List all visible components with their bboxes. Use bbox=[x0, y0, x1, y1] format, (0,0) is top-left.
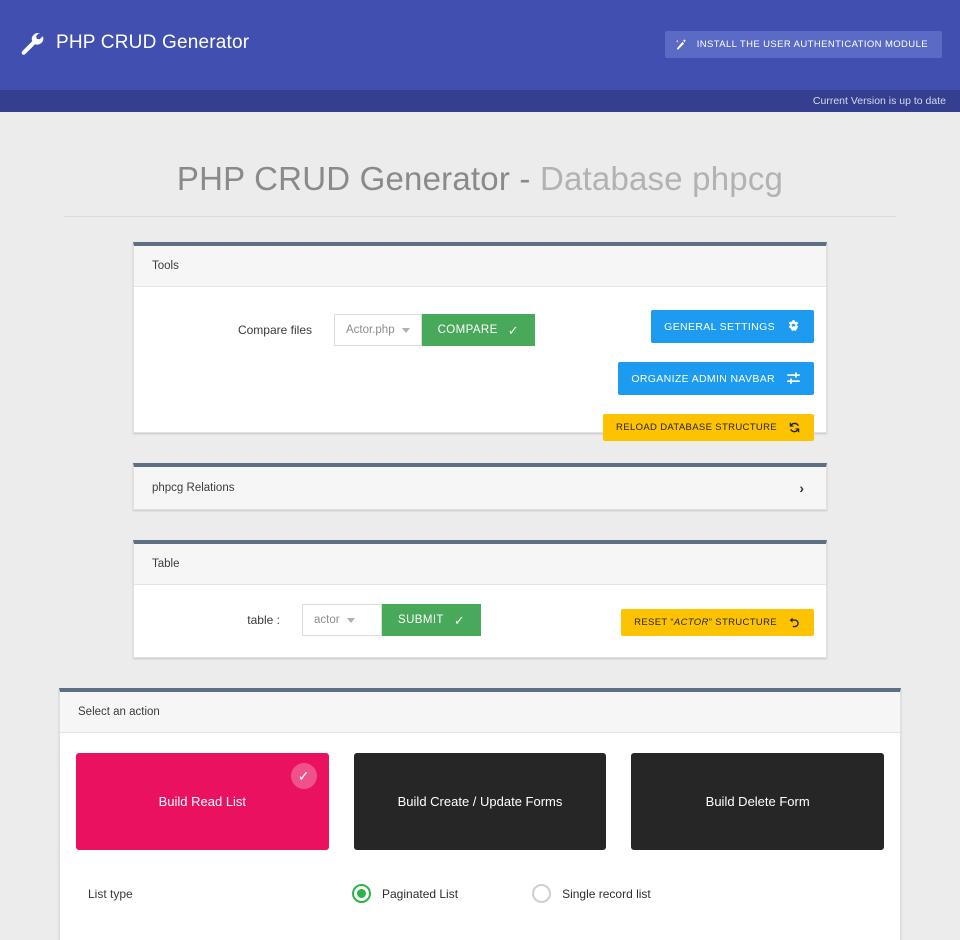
table-panel-title: Table bbox=[152, 558, 180, 570]
chevron-down-icon bbox=[401, 327, 410, 333]
radio-paginated-list-label: Paginated List bbox=[382, 886, 459, 901]
version-status-text: Current Version is up to date bbox=[812, 95, 946, 107]
page-title-database: Database phpcg bbox=[539, 160, 784, 197]
select-action-panel-body: Build Read List ✓ Build Create / Update … bbox=[60, 733, 900, 940]
reset-table-structure-label: RESET “ACTOR” STRUCTURE bbox=[634, 617, 777, 628]
table-name-select-value: actor bbox=[314, 614, 340, 626]
undo-icon bbox=[789, 617, 799, 628]
build-delete-form-label: Build Delete Form bbox=[705, 794, 810, 809]
table-select-label: table : bbox=[247, 613, 280, 627]
check-icon: ✓ bbox=[453, 612, 466, 628]
action-cards: Build Read List ✓ Build Create / Update … bbox=[76, 753, 885, 850]
install-auth-module-button[interactable]: INSTALL THE USER AUTHENTICATION MODULE bbox=[664, 31, 942, 58]
page-title-main: PHP CRUD Generator - bbox=[176, 160, 540, 197]
build-read-list-card[interactable]: Build Read List ✓ bbox=[76, 753, 329, 850]
brand[interactable]: PHP CRUD Generator bbox=[18, 28, 249, 58]
top-navbar: PHP CRUD Generator INSTALL THE USER AUTH… bbox=[0, 0, 960, 90]
table-input-group: actor SUBMIT ✓ bbox=[302, 604, 482, 636]
select-action-panel: Select an action Build Read List ✓ Build… bbox=[59, 688, 901, 940]
reset-structure-wrap: RESET “ACTOR” STRUCTURE bbox=[621, 609, 814, 636]
build-create-update-forms-label: Build Create / Update Forms bbox=[397, 794, 563, 809]
reload-database-structure-label: RELOAD DATABASE STRUCTURE bbox=[616, 422, 777, 433]
compare-button-label: COMPARE bbox=[437, 324, 498, 336]
compare-button[interactable]: COMPARE ✓ bbox=[421, 314, 535, 346]
radio-paginated-list-indicator[interactable] bbox=[352, 884, 371, 903]
organize-admin-navbar-label: ORGANIZE ADMIN NAVBAR bbox=[631, 372, 775, 385]
selected-check-icon: ✓ bbox=[290, 763, 317, 789]
tools-panel-title: Tools bbox=[152, 260, 179, 272]
table-panel-body: table : actor SUBMIT ✓ RESET “ACTOR” STR… bbox=[134, 585, 826, 657]
table-panel-header: Table bbox=[134, 544, 826, 585]
build-create-update-forms-card[interactable]: Build Create / Update Forms bbox=[353, 753, 607, 850]
organize-admin-navbar-button[interactable]: ORGANIZE ADMIN NAVBAR bbox=[618, 362, 814, 395]
table-select-row: table : actor SUBMIT ✓ bbox=[134, 604, 482, 636]
list-type-label: List type bbox=[88, 886, 133, 901]
relations-panel[interactable]: phpcg Relations › bbox=[133, 463, 827, 510]
panels-container: Tools Compare files Actor.php COMPARE ✓ bbox=[0, 242, 960, 940]
tools-panel: Tools Compare files Actor.php COMPARE ✓ bbox=[133, 242, 827, 441]
wrench-icon bbox=[21, 32, 44, 55]
compare-files-label: Compare files bbox=[237, 323, 312, 337]
submit-button-label: SUBMIT bbox=[398, 614, 444, 626]
list-type-row: List type Paginated List Single record l… bbox=[76, 884, 884, 903]
relations-panel-header[interactable]: phpcg Relations › bbox=[134, 467, 826, 509]
reload-database-structure-button[interactable]: RELOAD DATABASE STRUCTURE bbox=[603, 414, 814, 441]
radio-paginated-list[interactable]: Paginated List bbox=[352, 884, 458, 903]
select-action-panel-header: Select an action bbox=[60, 692, 900, 733]
refresh-icon bbox=[789, 422, 800, 433]
reset-table-name: ACTOR bbox=[673, 617, 709, 628]
compare-files-row: Compare files Actor.php COMPARE ✓ bbox=[134, 314, 535, 346]
install-auth-module-label: INSTALL THE USER AUTHENTICATION MODULE bbox=[696, 39, 928, 50]
table-panel: Table table : actor SUBMIT ✓ RESET “ACTO… bbox=[133, 540, 827, 658]
sliders-icon bbox=[787, 372, 800, 384]
radio-single-record-list[interactable]: Single record list bbox=[532, 884, 651, 903]
gears-icon bbox=[788, 320, 799, 331]
tools-panel-header: Tools bbox=[134, 246, 826, 287]
check-icon: ✓ bbox=[507, 322, 519, 338]
build-read-list-label: Build Read List bbox=[158, 794, 247, 809]
compare-file-select-value: Actor.php bbox=[346, 324, 395, 336]
chevron-down-icon bbox=[346, 617, 355, 623]
relations-panel-title: phpcg Relations bbox=[152, 482, 235, 494]
reset-table-structure-button[interactable]: RESET “ACTOR” STRUCTURE bbox=[621, 609, 814, 636]
general-settings-label: GENERAL SETTINGS bbox=[664, 320, 775, 333]
brand-label: PHP CRUD Generator bbox=[56, 32, 250, 53]
tools-action-buttons: GENERAL SETTINGS ORGANIZE ADMIN NAVBAR R… bbox=[603, 310, 814, 441]
radio-single-record-list-label: Single record list bbox=[562, 886, 651, 901]
chevron-right-icon[interactable]: › bbox=[799, 481, 808, 495]
build-delete-form-card[interactable]: Build Delete Form bbox=[631, 753, 885, 850]
select-action-panel-title: Select an action bbox=[78, 706, 160, 718]
general-settings-button[interactable]: GENERAL SETTINGS bbox=[651, 310, 814, 343]
version-status-bar: Current Version is up to date bbox=[0, 90, 960, 112]
table-name-select[interactable]: actor bbox=[302, 604, 382, 636]
page-content: PHP CRUD Generator - Database phpcg Tool… bbox=[0, 112, 960, 940]
page-title: PHP CRUD Generator - Database phpcg bbox=[64, 112, 896, 217]
compare-file-select[interactable]: Actor.php bbox=[334, 314, 422, 346]
radio-single-record-list-indicator[interactable] bbox=[532, 884, 552, 903]
magic-wand-icon bbox=[675, 39, 686, 50]
tools-panel-body: Compare files Actor.php COMPARE ✓ GENERA… bbox=[134, 287, 826, 441]
compare-input-group: Actor.php COMPARE ✓ bbox=[334, 314, 535, 346]
submit-button[interactable]: SUBMIT ✓ bbox=[382, 604, 482, 636]
